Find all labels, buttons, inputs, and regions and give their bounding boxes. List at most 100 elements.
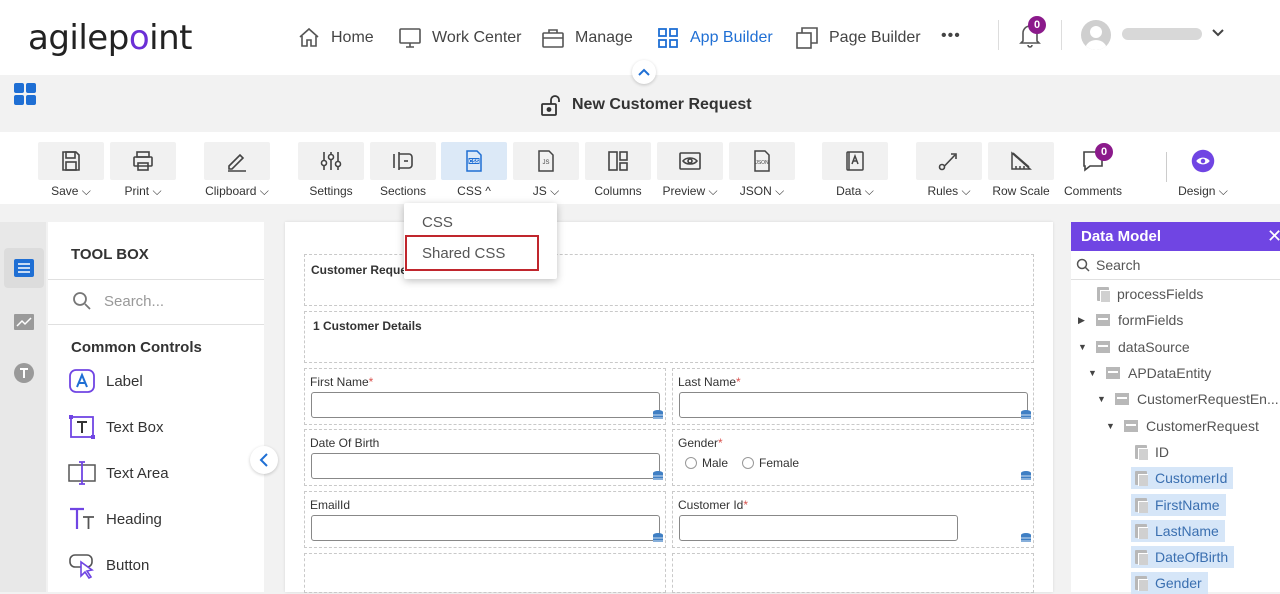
theme-tab[interactable] [4,353,44,393]
toolbox-item-label[interactable]: Label [68,366,143,396]
js-button[interactable]: JS JS ⌵ [513,142,579,199]
tree-node-label: APDataEntity [1128,365,1212,381]
required-marker: * [743,498,749,512]
expand-icon[interactable]: ▶ [1078,315,1088,326]
design-label: Design [1178,184,1216,198]
collapse-toolbox-button[interactable] [250,446,278,474]
json-file-icon: JSON [754,150,770,172]
rules-route-icon [938,153,957,171]
tree-node-label: Gender [1155,572,1208,594]
data-model-search[interactable]: Search [1076,257,1140,273]
collapse-icon[interactable]: ▼ [1097,394,1107,404]
collapse-icon[interactable]: ▼ [1106,421,1116,431]
radio-label: Female [759,456,800,470]
pages-icon [796,27,818,49]
avatar[interactable] [1081,20,1111,50]
gender-female-radio[interactable]: Female [742,456,799,470]
field-empty[interactable] [304,553,666,593]
row-scale-button[interactable]: Row Scale [988,142,1054,198]
close-icon[interactable]: ✕ [1267,226,1280,247]
customer-id-input[interactable] [679,515,958,541]
object-icon [1124,420,1138,432]
field-icon [1135,550,1148,565]
clipboard-button[interactable]: Clipboard ⌵ [204,142,270,199]
tree-node-customerrequest[interactable]: ▼ CustomerRequest [1106,415,1259,437]
tree-node-firstname[interactable]: FirstName [1131,494,1226,516]
gender-male-radio[interactable]: Male [685,456,728,470]
save-button[interactable]: Save ⌵ [38,142,104,199]
tree-node-apdataentity[interactable]: ▼ APDataEntity [1088,362,1211,384]
first-name-input[interactable] [311,392,660,418]
sections-label: Sections [379,184,427,198]
design-button[interactable]: Design ⌵ [1170,142,1236,199]
app-launcher-icon[interactable] [14,83,36,105]
field-last-name[interactable]: Last Name* [672,368,1034,425]
collapse-icon[interactable]: ▼ [1078,342,1088,352]
divider [1071,279,1280,280]
nav-page-builder-label: Page Builder [829,29,921,46]
chevron-up-icon [638,68,650,76]
tree-node-gender[interactable]: Gender [1131,572,1208,594]
sections-icon [393,152,413,170]
toolbox-item-heading[interactable]: Heading [68,504,162,534]
field-email[interactable]: EmailId [304,491,666,548]
rules-button[interactable]: Rules ⌵ [916,142,982,199]
nav-divider [998,20,999,50]
field-date-of-birth[interactable]: Date Of Birth [304,429,666,486]
toolbox-tab[interactable] [4,248,44,288]
home-icon [299,27,319,47]
divider [48,279,264,280]
print-button[interactable]: Print ⌵ [110,142,176,199]
json-button[interactable]: JSON JSON ⌵ [729,142,795,199]
agilepoint-logo[interactable]: agilepoint [28,18,192,58]
toolbox-item-textbox[interactable]: Text Box [68,412,164,442]
email-input[interactable] [311,515,660,541]
tree-node-lastname[interactable]: LastName [1131,520,1225,542]
toolbox-item-text: Heading [106,510,162,528]
monitor-icon [399,28,421,48]
search-icon [1076,258,1090,272]
collapse-icon[interactable]: ▼ [1088,368,1098,378]
analytics-tab[interactable] [4,302,44,342]
date-of-birth-input[interactable] [311,453,660,479]
data-button[interactable]: Data ⌵ [822,142,888,199]
tree-node-customerrequestentity[interactable]: ▼ CustomerRequestEn... [1097,388,1279,410]
tree-node-processfields[interactable]: processFields [1097,283,1203,305]
toolbox-search-placeholder: Search... [104,292,165,310]
tree-node-datasource[interactable]: ▼ dataSource [1078,336,1190,358]
toolbox-item-textarea[interactable]: Text Area [68,458,169,488]
unlock-icon[interactable] [540,94,564,116]
nav-work-center-label: Work Center [432,29,522,46]
nav-home[interactable]: Home [297,26,374,50]
last-name-input[interactable] [679,392,1028,418]
toolbox-search[interactable]: Search... [72,291,164,311]
tree-node-label: formFields [1118,312,1184,328]
nav-manage[interactable]: Manage [541,26,633,50]
chevron-down-icon[interactable] [1211,28,1225,38]
field-empty[interactable] [672,553,1034,593]
section-customer-details[interactable]: 1 Customer Details [304,311,1034,363]
notification-badge: 0 [1028,16,1046,34]
tree-node-customerid[interactable]: CustomerId [1131,467,1234,489]
nav-work-center[interactable]: Work Center [398,26,522,50]
sections-button[interactable]: Sections [370,142,436,198]
nav-app-builder[interactable]: App Builder [656,26,773,50]
toolbox-item-text: Button [106,556,150,574]
comments-button[interactable]: Comments [1060,142,1126,198]
toolbox-item-button[interactable]: Button [68,550,149,580]
tree-node-dateofbirth[interactable]: DateOfBirth [1131,546,1235,568]
css-button[interactable]: CSS CSS ^ [441,142,507,198]
field-customer-id[interactable]: Customer Id* [672,491,1034,548]
tree-node-formfields[interactable]: ▶ formFields [1078,309,1183,331]
js-file-icon: JS [538,150,554,172]
columns-button[interactable]: Columns [585,142,651,198]
field-first-name[interactable]: First Name* [304,368,666,425]
nav-more-button[interactable]: ••• [941,27,961,45]
menu-item-css[interactable]: CSS [422,214,453,231]
settings-button[interactable]: Settings [298,142,364,198]
tree-node-id[interactable]: ID [1135,441,1169,463]
preview-button[interactable]: Preview ⌵ [657,142,723,199]
field-gender[interactable]: Gender* Male Female [672,429,1034,486]
nav-page-builder[interactable]: Page Builder [795,26,921,50]
collapse-header-button[interactable] [632,60,656,84]
